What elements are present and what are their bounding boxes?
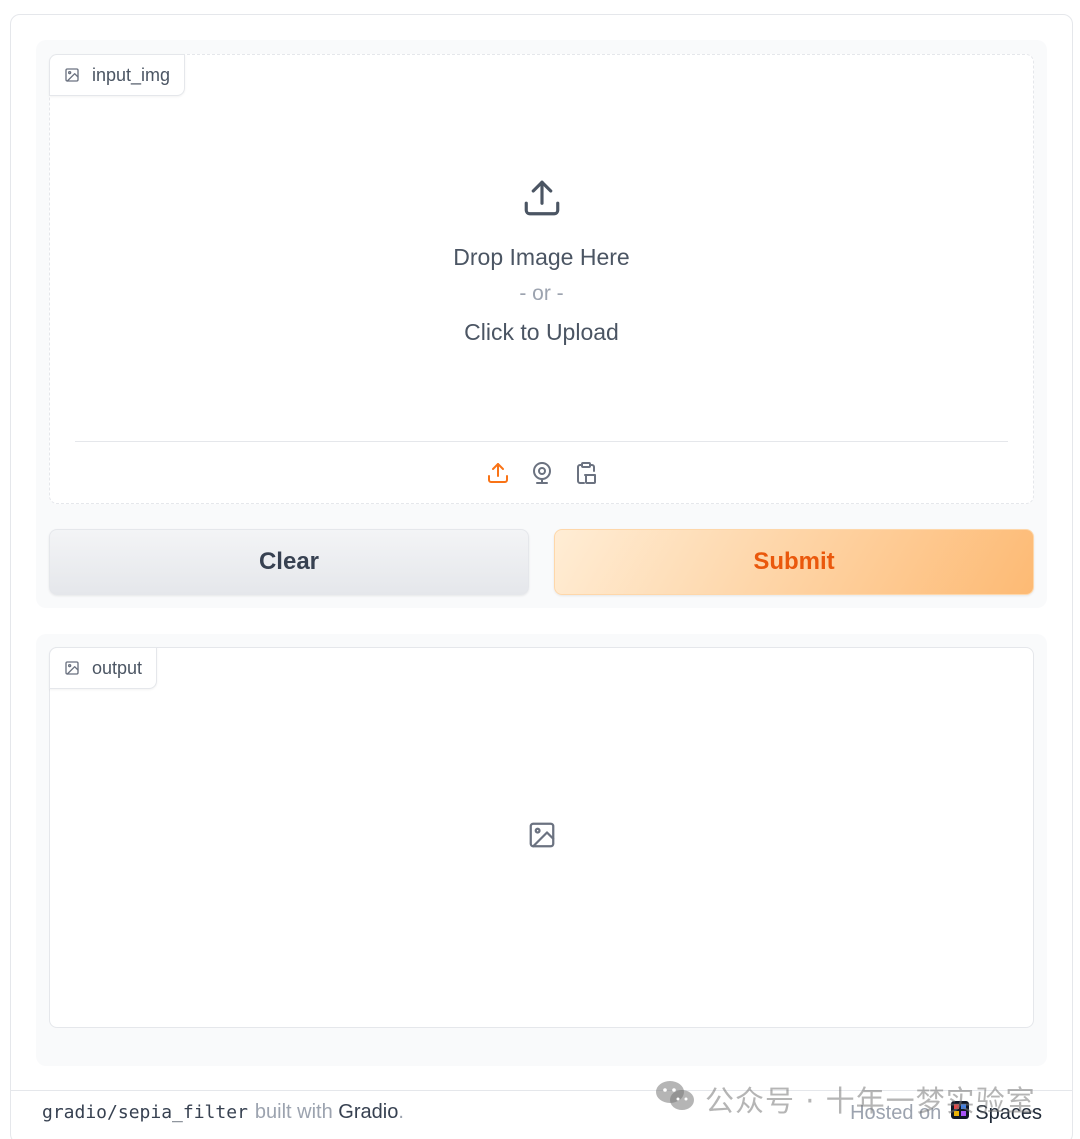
- upload-or-text: - or -: [519, 281, 564, 305]
- clear-button[interactable]: Clear: [49, 529, 529, 595]
- gradio-link[interactable]: Gradio: [338, 1101, 398, 1123]
- source-divider: [75, 441, 1008, 442]
- image-output-block: output: [49, 647, 1034, 1028]
- wechat-icon: [655, 1079, 695, 1120]
- upload-dropzone[interactable]: Drop Image Here - or - Click to Upload: [50, 55, 1033, 441]
- upload-click-text: Click to Upload: [464, 318, 619, 345]
- upload-main-text: Drop Image Here: [453, 243, 630, 270]
- output-panel: output: [36, 634, 1047, 1066]
- source-selector: [50, 455, 1033, 491]
- output-label: output: [92, 657, 143, 678]
- footer-built-with: built with Gradio.: [254, 1101, 404, 1123]
- footer-repo-name: gradio/sepia_filter: [42, 1102, 248, 1123]
- empty-output-placeholder: [50, 648, 1033, 1027]
- image-input-block: input_img Drop Image Here - or - Click t…: [49, 54, 1034, 504]
- upload-icon: [521, 177, 563, 224]
- input-panel: input_img Drop Image Here - or - Click t…: [36, 40, 1047, 608]
- output-label-tab: output: [49, 647, 158, 689]
- webcam-icon[interactable]: [528, 459, 556, 487]
- image-icon: [64, 660, 80, 676]
- watermark-text: 公众号 · 十年一梦实验室: [705, 1084, 1036, 1118]
- submit-button[interactable]: Submit: [554, 529, 1034, 595]
- clipboard-icon[interactable]: [572, 459, 600, 487]
- watermark: 公众号 · 十年一梦实验室: [655, 1078, 1036, 1120]
- footer-left: gradio/sepia_filter built with Gradio.: [42, 1101, 404, 1124]
- upload-source-icon[interactable]: [484, 459, 512, 487]
- image-placeholder-icon: [527, 820, 557, 855]
